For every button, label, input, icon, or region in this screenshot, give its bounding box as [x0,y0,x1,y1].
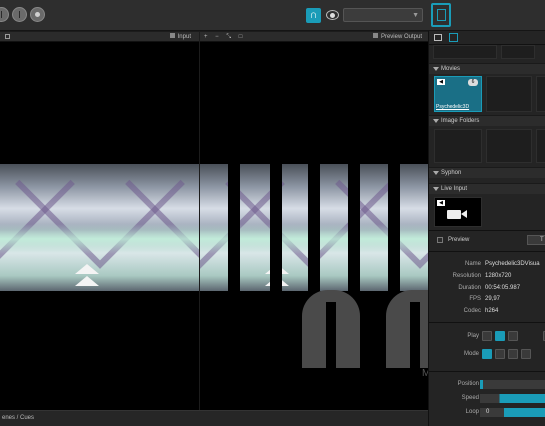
circle-button-1[interactable] [0,7,9,22]
name-value: Psychedelic3DVisua [485,261,540,267]
resolution-value: 1280x720 [485,273,512,279]
output-panel-header: + − ⤡ □ Preview Output [200,32,428,42]
input-video-frame [0,164,199,291]
position-label: Position [457,381,479,387]
preview-label: Preview [448,237,470,243]
image-folders-header[interactable]: Image Folders [429,115,545,126]
preview-mode-label: T [540,237,544,243]
movie-badge: 6 [468,79,478,86]
output-label-wrap: Preview Output [372,32,422,42]
syphon-label: Syphon [441,170,462,176]
output-video-frame [200,164,428,291]
play-forward-button[interactable] [508,331,518,341]
input-label: Input [177,34,191,40]
codec-label: Codec [463,308,481,314]
speed-slider[interactable] [480,394,545,403]
movies-section-header[interactable]: Movies [429,63,545,74]
image-folders-label: Image Folders [441,118,480,124]
watermark-gap-2 [410,302,420,368]
watermark-gap-1 [326,302,336,368]
loop-label: Loop [465,409,479,415]
resolution-label: Resolution [452,273,481,279]
media-slot-top-1[interactable] [433,45,497,59]
preview-mode-button[interactable]: T [527,235,545,245]
speed-label: Speed [461,395,479,401]
movie-slot-2[interactable] [486,76,532,112]
duration-label: Duration [458,285,481,291]
movie-icon: ◀ [437,79,445,85]
movies-label: Movies [441,66,461,72]
forward-mode-button[interactable] [495,349,505,359]
play-label: Play [467,333,479,339]
output-dropdown[interactable]: ▼ [343,8,423,22]
toolbar: ∩ ▼ [0,0,545,31]
input-viewport[interactable] [0,42,199,410]
loop-mode-button[interactable] [482,349,492,359]
random-mode-button[interactable] [521,349,531,359]
camera-icon [447,210,461,219]
live-input-label: Live Input [441,186,468,192]
input-label-wrap: Input [169,32,191,42]
codec-value: h264 [485,308,499,314]
document-icon[interactable] [431,3,451,27]
chevron-down-icon: ▼ [412,12,419,19]
expand-icon[interactable] [5,34,10,39]
image-slot-1[interactable] [434,129,482,163]
magnet-icon[interactable]: ∩ [306,8,321,23]
fps-label: FPS [469,296,481,302]
media-slot-top-2[interactable] [501,45,535,59]
watermark-shape-2 [386,290,428,368]
image-slot-3[interactable] [536,129,545,163]
image-slot-2[interactable] [486,129,532,163]
input-panel-header: Input [0,32,199,42]
list-view-icon[interactable] [434,34,442,41]
scenes-cues-bar[interactable]: enes / Cues [0,410,428,426]
mode-label: Mode [463,351,479,357]
position-slider[interactable] [480,380,545,389]
duration-value: 00:54:05.987 [485,285,521,291]
reverse-mode-button[interactable] [508,349,518,359]
media-sidebar: Movies ◀ 6 Psychedelic3D Image Folders S… [428,31,545,426]
syphon-header[interactable]: Syphon [429,167,545,178]
pause-button[interactable] [12,7,27,22]
preview-checkbox[interactable] [437,237,443,243]
pause-toggle-button[interactable] [495,331,505,341]
settings-icon [169,33,175,38]
output-viewport[interactable]: M [200,42,428,410]
eye-icon[interactable] [326,10,339,20]
camera-thumbnail[interactable]: ◀ [434,197,482,227]
live-input-header[interactable]: Live Input [429,183,545,194]
movie-name: Psychedelic3D [436,104,470,110]
settings-icon-2 [372,33,378,38]
refresh-button[interactable] [30,7,45,22]
zoom-controls[interactable]: + − ⤡ □ [204,32,245,42]
scenes-label: enes / Cues [2,415,35,421]
grid-view-icon[interactable] [449,33,458,42]
movie-slot-3[interactable] [536,76,545,112]
preview-output-label: Preview Output [380,34,422,40]
loop-value: 0 [486,409,490,415]
play-reverse-button[interactable] [482,331,492,341]
name-label: Name [464,261,481,267]
loop-slider[interactable]: 0 [480,408,545,417]
movie-thumbnail[interactable]: ◀ 6 Psychedelic3D [434,76,482,112]
fps-value: 29,97 [485,296,501,302]
source-icon: ◀ [437,200,445,206]
